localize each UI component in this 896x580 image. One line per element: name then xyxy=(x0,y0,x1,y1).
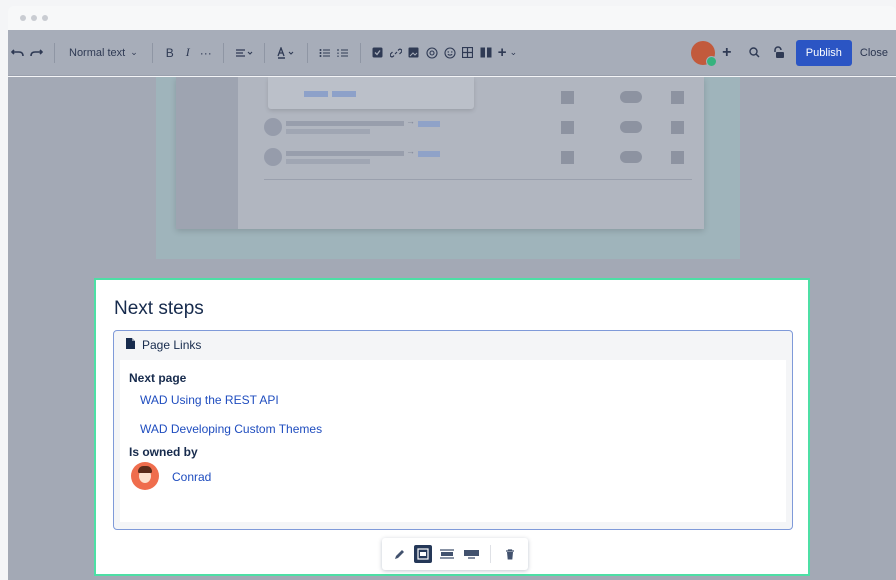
layout-full-width-icon[interactable] xyxy=(462,545,480,563)
text-style-dropdown[interactable]: Normal text ⌄ xyxy=(63,40,144,66)
toolbar-divider xyxy=(263,42,265,63)
invite-plus-icon[interactable]: + xyxy=(718,40,736,66)
link-custom-themes[interactable]: WAD Developing Custom Themes xyxy=(140,422,322,436)
link-rest-api[interactable]: WAD Using the REST API xyxy=(140,393,279,407)
unlock-icon[interactable] xyxy=(770,40,788,66)
layout-center-icon[interactable] xyxy=(414,545,432,563)
search-icon[interactable] xyxy=(746,40,764,66)
edit-pencil-icon[interactable] xyxy=(390,545,408,563)
background-square xyxy=(561,121,574,134)
close-window-dot[interactable] xyxy=(20,15,26,21)
toolbar-divider xyxy=(151,42,153,63)
next-steps-macro[interactable]: Next steps Page Links Next page WAD Usin… xyxy=(94,278,810,576)
numbered-list-icon[interactable] xyxy=(334,40,352,66)
collaborator-avatar[interactable] xyxy=(688,40,718,67)
avatar xyxy=(690,40,717,67)
owner-link[interactable]: Conrad xyxy=(172,470,211,484)
background-content-card: → → xyxy=(176,77,704,229)
background-popup xyxy=(268,77,474,109)
layout-columns-icon[interactable] xyxy=(477,40,495,66)
more-label: ··· xyxy=(199,45,212,60)
panel-title: Page Links xyxy=(142,338,202,352)
trash-icon[interactable] xyxy=(501,545,519,563)
section-heading: Next steps xyxy=(114,298,204,319)
align-icon[interactable] xyxy=(232,40,256,66)
mention-icon[interactable] xyxy=(423,40,441,66)
link-icon[interactable] xyxy=(387,40,405,66)
redo-icon[interactable] xyxy=(27,40,46,66)
action-item-icon[interactable] xyxy=(369,40,387,66)
text-style-label: Normal text xyxy=(69,46,126,59)
bullet-list-icon[interactable] xyxy=(316,40,334,66)
bold-label: B xyxy=(165,45,174,60)
window-titlebar xyxy=(8,6,896,30)
document-icon xyxy=(126,338,135,352)
toolbar-divider xyxy=(222,42,224,63)
background-square xyxy=(671,151,684,164)
editor-toolbar: Normal text ⌄ B I ··· + ⌄ + Publish Clos… xyxy=(8,30,896,76)
minimize-window-dot[interactable] xyxy=(31,15,37,21)
background-square xyxy=(561,91,574,104)
toolbar-divider xyxy=(306,42,308,63)
avatar-hair xyxy=(138,466,152,473)
macro-floating-toolbar xyxy=(382,538,528,570)
page-links-panel[interactable]: Page Links Next page WAD Using the REST … xyxy=(113,330,793,571)
image-icon[interactable] xyxy=(405,40,423,66)
insert-more-icon[interactable]: + ⌄ xyxy=(495,40,520,66)
italic-label: I xyxy=(185,45,190,59)
more-formatting-button[interactable]: ··· xyxy=(197,40,215,66)
background-square xyxy=(671,91,684,104)
next-page-label: Next page xyxy=(129,371,187,385)
panel-header: Page Links xyxy=(114,331,792,359)
background-divider xyxy=(264,179,692,180)
background-pill xyxy=(620,91,642,103)
table-icon[interactable] xyxy=(459,40,477,66)
avatar[interactable] xyxy=(131,462,159,490)
emoji-icon[interactable] xyxy=(441,40,459,66)
publish-button[interactable]: Publish xyxy=(795,39,852,66)
owned-by-label: Is owned by xyxy=(129,445,198,459)
bold-button[interactable]: B xyxy=(161,40,179,66)
toolbar-divider xyxy=(490,545,491,563)
background-sidebar xyxy=(176,77,238,229)
italic-button[interactable]: I xyxy=(179,40,197,66)
layout-wide-icon[interactable] xyxy=(438,545,456,563)
background-square xyxy=(561,151,574,164)
panel-body: Next page WAD Using the REST API WAD Dev… xyxy=(120,360,786,571)
toolbar-divider xyxy=(54,42,55,63)
chevron-down-icon: ⌄ xyxy=(130,47,138,57)
background-pill xyxy=(620,151,642,163)
background-square xyxy=(671,121,684,134)
toolbar-divider xyxy=(359,42,361,63)
text-color-icon[interactable] xyxy=(273,40,299,66)
undo-icon[interactable] xyxy=(8,40,27,66)
maximize-window-dot[interactable] xyxy=(42,15,48,21)
close-button[interactable]: Close xyxy=(852,47,896,59)
background-pill xyxy=(620,121,642,133)
window-controls[interactable] xyxy=(20,15,48,21)
